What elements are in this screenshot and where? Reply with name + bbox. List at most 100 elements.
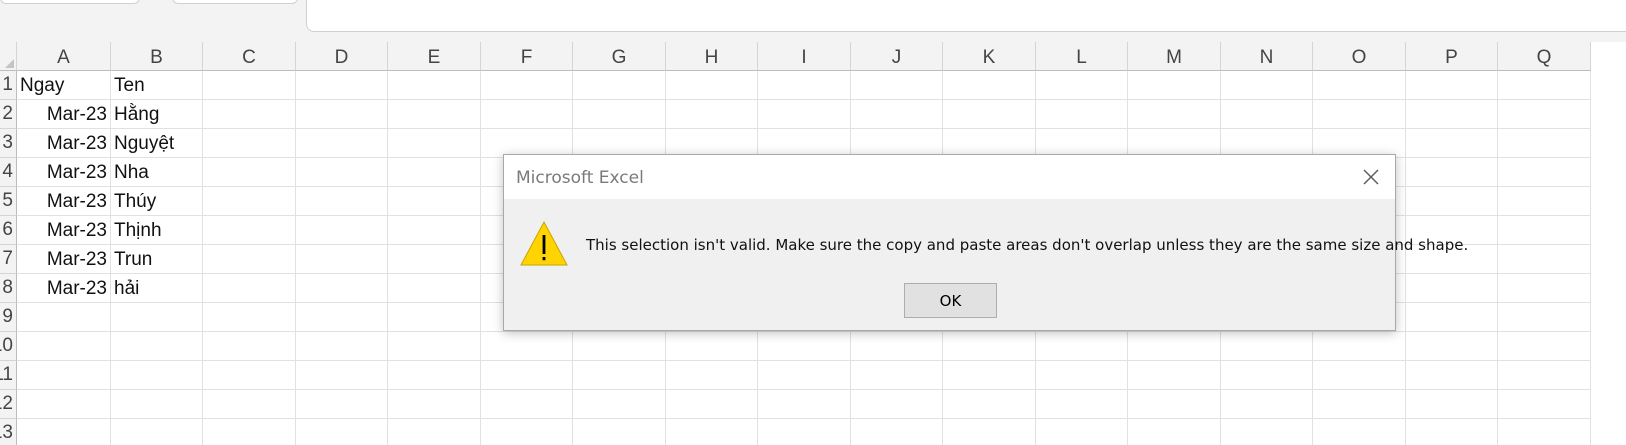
column-header-n[interactable]: N <box>1221 42 1313 71</box>
cell-k2[interactable] <box>943 100 1036 129</box>
cell-a6[interactable]: Mar-23 <box>17 216 111 245</box>
row-header-7[interactable]: 7 <box>0 245 17 274</box>
cell-d7[interactable] <box>296 245 388 274</box>
cell-p3[interactable] <box>1406 129 1498 158</box>
cell-e5[interactable] <box>388 187 481 216</box>
cell-b6[interactable]: Thịnh <box>111 216 203 245</box>
cell-q3[interactable] <box>1498 129 1591 158</box>
cell-e7[interactable] <box>388 245 481 274</box>
cell-p12[interactable] <box>1406 390 1498 419</box>
cell-e9[interactable] <box>388 303 481 332</box>
cell-e12[interactable] <box>388 390 481 419</box>
cell-d11[interactable] <box>296 361 388 390</box>
column-header-b[interactable]: B <box>111 42 203 71</box>
cell-b10[interactable] <box>111 332 203 361</box>
row-header-1[interactable]: 1 <box>0 71 17 100</box>
cell-c13[interactable] <box>203 419 296 445</box>
cell-i13[interactable] <box>758 419 851 445</box>
cell-h12[interactable] <box>666 390 758 419</box>
cell-l12[interactable] <box>1036 390 1128 419</box>
column-header-e[interactable]: E <box>388 42 481 71</box>
cell-p1[interactable] <box>1406 71 1498 100</box>
cell-h1[interactable] <box>666 71 758 100</box>
cell-n1[interactable] <box>1221 71 1313 100</box>
cell-a11[interactable] <box>17 361 111 390</box>
row-header-2[interactable]: 2 <box>0 100 17 129</box>
cell-f12[interactable] <box>481 390 573 419</box>
cell-a3[interactable]: Mar-23 <box>17 129 111 158</box>
cell-a12[interactable] <box>17 390 111 419</box>
cell-p11[interactable] <box>1406 361 1498 390</box>
cell-h10[interactable] <box>666 332 758 361</box>
cell-d9[interactable] <box>296 303 388 332</box>
row-header-5[interactable]: 5 <box>0 187 17 216</box>
cell-o11[interactable] <box>1313 361 1406 390</box>
row-header-8[interactable]: 8 <box>0 274 17 303</box>
cell-c12[interactable] <box>203 390 296 419</box>
cell-d1[interactable] <box>296 71 388 100</box>
cell-p5[interactable] <box>1406 187 1498 216</box>
cell-i1[interactable] <box>758 71 851 100</box>
cell-q4[interactable] <box>1498 158 1591 187</box>
column-header-i[interactable]: I <box>758 42 851 71</box>
cell-q5[interactable] <box>1498 187 1591 216</box>
function-box[interactable] <box>172 0 298 4</box>
cell-d12[interactable] <box>296 390 388 419</box>
row-header-13[interactable]: 13 <box>0 419 17 445</box>
cell-l2[interactable] <box>1036 100 1128 129</box>
cell-i2[interactable] <box>758 100 851 129</box>
cell-j12[interactable] <box>851 390 943 419</box>
cell-a8[interactable]: Mar-23 <box>17 274 111 303</box>
cell-c6[interactable] <box>203 216 296 245</box>
cell-j1[interactable] <box>851 71 943 100</box>
row-header-11[interactable]: 11 <box>0 361 17 390</box>
cell-f13[interactable] <box>481 419 573 445</box>
cell-q2[interactable] <box>1498 100 1591 129</box>
cell-c1[interactable] <box>203 71 296 100</box>
cell-d4[interactable] <box>296 158 388 187</box>
column-header-p[interactable]: P <box>1406 42 1498 71</box>
cell-g1[interactable] <box>573 71 666 100</box>
cell-f1[interactable] <box>481 71 573 100</box>
column-header-d[interactable]: D <box>296 42 388 71</box>
column-header-f[interactable]: F <box>481 42 573 71</box>
cell-k1[interactable] <box>943 71 1036 100</box>
cell-d6[interactable] <box>296 216 388 245</box>
cell-a7[interactable]: Mar-23 <box>17 245 111 274</box>
cell-o13[interactable] <box>1313 419 1406 445</box>
cell-k11[interactable] <box>943 361 1036 390</box>
cell-m2[interactable] <box>1128 100 1221 129</box>
column-header-m[interactable]: M <box>1128 42 1221 71</box>
cell-g13[interactable] <box>573 419 666 445</box>
cell-l13[interactable] <box>1036 419 1128 445</box>
cell-g10[interactable] <box>573 332 666 361</box>
cell-e3[interactable] <box>388 129 481 158</box>
row-header-10[interactable]: 10 <box>0 332 17 361</box>
cell-q11[interactable] <box>1498 361 1591 390</box>
cell-h2[interactable] <box>666 100 758 129</box>
cell-b4[interactable]: Nha <box>111 158 203 187</box>
cell-q12[interactable] <box>1498 390 1591 419</box>
column-header-o[interactable]: O <box>1313 42 1406 71</box>
cell-o2[interactable] <box>1313 100 1406 129</box>
cell-o10[interactable] <box>1313 332 1406 361</box>
cell-o12[interactable] <box>1313 390 1406 419</box>
cell-p10[interactable] <box>1406 332 1498 361</box>
cell-b13[interactable] <box>111 419 203 445</box>
cell-m10[interactable] <box>1128 332 1221 361</box>
cell-l10[interactable] <box>1036 332 1128 361</box>
cell-c9[interactable] <box>203 303 296 332</box>
cell-d3[interactable] <box>296 129 388 158</box>
cell-f2[interactable] <box>481 100 573 129</box>
row-header-6[interactable]: 6 <box>0 216 17 245</box>
column-header-j[interactable]: J <box>851 42 943 71</box>
cell-e8[interactable] <box>388 274 481 303</box>
cell-q9[interactable] <box>1498 303 1591 332</box>
cell-a4[interactable]: Mar-23 <box>17 158 111 187</box>
cell-e10[interactable] <box>388 332 481 361</box>
cell-h13[interactable] <box>666 419 758 445</box>
cell-m13[interactable] <box>1128 419 1221 445</box>
cell-m11[interactable] <box>1128 361 1221 390</box>
row-header-3[interactable]: 3 <box>0 129 17 158</box>
cell-j13[interactable] <box>851 419 943 445</box>
